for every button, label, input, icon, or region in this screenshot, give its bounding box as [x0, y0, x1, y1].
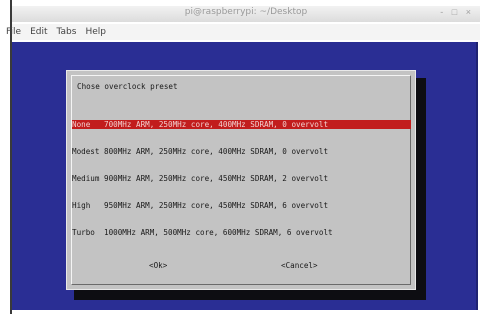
menu-file[interactable]: File — [6, 24, 21, 40]
ok-button[interactable]: <Ok> — [149, 261, 167, 270]
menu-edit[interactable]: Edit — [30, 24, 47, 40]
menu-tabs[interactable]: Tabs — [57, 24, 77, 40]
terminal-window: pi@raspberrypi: ~/Desktop - □ × File Edit… — [0, 0, 484, 314]
overclock-dialog: Chose overclock preset None 700MHz ARM, … — [66, 70, 416, 290]
dialog-title: Chose overclock preset — [77, 82, 178, 91]
preset-none[interactable]: None 700MHz ARM, 250MHz core, 400MHz SDR… — [72, 120, 411, 129]
window-title: pi@raspberrypi: ~/Desktop — [184, 7, 308, 17]
terminal-area[interactable]: Chose overclock preset None 700MHz ARM, … — [12, 42, 478, 310]
window-controls[interactable]: - □ × — [440, 7, 474, 17]
preset-turbo[interactable]: Turbo 1000MHz ARM, 500MHz core, 600MHz S… — [72, 228, 411, 237]
preset-list: None 700MHz ARM, 250MHz core, 400MHz SDR… — [72, 102, 411, 255]
terminal-scrollbar[interactable] — [476, 42, 478, 310]
preset-medium[interactable]: Medium 900MHz ARM, 250MHz core, 450MHz S… — [72, 174, 411, 183]
preset-high[interactable]: High 950MHz ARM, 250MHz core, 450MHz SDR… — [72, 201, 411, 210]
window-titlebar[interactable]: pi@raspberrypi: ~/Desktop - □ × — [12, 6, 480, 22]
preset-modest[interactable]: Modest 800MHz ARM, 250MHz core, 400MHz S… — [72, 147, 411, 156]
menu-bar: File Edit Tabs Help — [6, 24, 480, 40]
cancel-button[interactable]: <Cancel> — [281, 261, 318, 270]
menu-help[interactable]: Help — [85, 24, 106, 40]
